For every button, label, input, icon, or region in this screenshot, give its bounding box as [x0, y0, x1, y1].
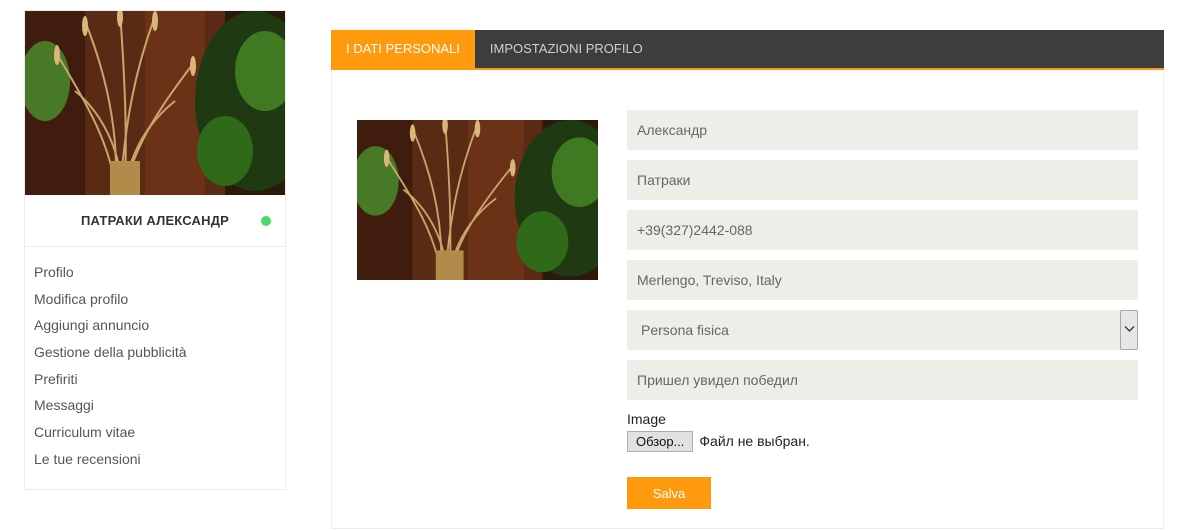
sidebar-item-curriculum-vitae[interactable]: Curriculum vitae: [34, 419, 285, 446]
phone-field[interactable]: +39(327)2442-088: [627, 210, 1138, 250]
sidebar-item-gestione-pubblicita[interactable]: Gestione della pubblicità: [34, 339, 285, 366]
sidebar-item-aggiungi-annuncio[interactable]: Aggiungi annuncio: [34, 312, 285, 339]
tab-profile-settings[interactable]: IMPOSTAZIONI PROFILO: [475, 30, 658, 68]
personal-data-form: Александр Патраки +39(327)2442-088 Merle…: [627, 110, 1139, 509]
sidebar-menu: Profilo Modifica profilo Aggiungi annunc…: [25, 247, 285, 473]
last-name-field[interactable]: Патраки: [627, 160, 1138, 200]
tab-bar: I DATI PERSONALI IMPOSTAZIONI PROFILO: [331, 30, 1164, 70]
sidebar-item-prefiriti[interactable]: Prefiriti: [34, 366, 285, 393]
profile-sidebar: ПАТРАКИ АЛЕКСАНДР Profilo Modifica profi…: [24, 10, 286, 490]
description-field[interactable]: Пришел увидел победил: [627, 360, 1138, 400]
online-status-indicator: [261, 216, 271, 226]
personal-data-panel: Александр Патраки +39(327)2442-088 Merle…: [331, 70, 1164, 529]
file-status-text: Файл не выбран.: [699, 433, 810, 449]
sidebar-item-modifica-profilo[interactable]: Modifica profilo: [34, 286, 285, 313]
person-type-value: Persona fisica: [641, 322, 729, 338]
chevron-down-icon[interactable]: [1120, 310, 1138, 350]
save-button[interactable]: Salva: [627, 477, 711, 509]
sidebar-item-messaggi[interactable]: Messaggi: [34, 392, 285, 419]
sidebar-item-profilo[interactable]: Profilo: [34, 259, 285, 286]
profile-main: I DATI PERSONALI IMPOSTAZIONI PROFILO Ал…: [331, 30, 1164, 529]
profile-photo: [357, 120, 598, 280]
tab-personal-data[interactable]: I DATI PERSONALI: [331, 30, 475, 68]
location-field[interactable]: Merlengo, Treviso, Italy: [627, 260, 1138, 300]
first-name-field[interactable]: Александр: [627, 110, 1138, 150]
profile-name-row: ПАТРАКИ АЛЕКСАНДР: [25, 195, 285, 247]
sidebar-item-recensioni[interactable]: Le tue recensioni: [34, 446, 285, 473]
image-label: Image: [627, 411, 666, 427]
browse-file-button[interactable]: Обзор...: [627, 430, 694, 452]
profile-name: ПАТРАКИ АЛЕКСАНДР: [80, 213, 230, 228]
profile-cover-image: [25, 11, 285, 195]
file-upload-row: Обзор... Файл не выбран.: [627, 430, 1139, 452]
person-type-select[interactable]: Persona fisica: [627, 310, 1138, 350]
